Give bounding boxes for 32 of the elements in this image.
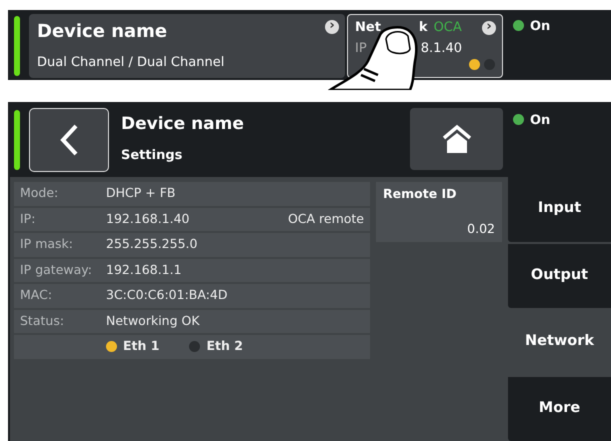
screen-title: Device name [121,113,244,136]
device-card[interactable]: Device name Dual Channel / Dual Channel › [29,14,345,78]
info-label: IP: [20,210,36,228]
info-label: IP mask: [20,235,74,254]
tab[interactable]: Output [508,244,611,308]
tab[interactable]: More [508,376,611,441]
device-subtitle: Dual Channel / Dual Channel [37,54,226,72]
port-label: Eth 2 [206,337,243,356]
info-note: OCA remote [288,210,364,228]
info-label: Status: [20,312,66,330]
info-label: Mode: [20,184,60,202]
ip-value: 8.1.40 [420,40,462,58]
info-value: 3C:C0:C6:01:BA:4D [106,286,228,304]
info-value: Networking OK [106,312,200,330]
remote-id-value: 0.02 [466,220,495,238]
info-value: DHCP + FB [106,184,176,202]
ip-label: IP [355,40,367,58]
card-title: Net [355,19,381,37]
info-value: 255.255.255.0 [106,235,198,254]
device-title: Device name [37,20,168,44]
power-label: On [530,113,550,128]
protocol-label: OCA [434,19,462,37]
remote-id-label: Remote ID [383,185,458,203]
card-title: k [418,19,428,37]
port-label: Eth 1 [123,337,160,356]
info-value: 192.168.1.40 [106,210,190,228]
info-value: 192.168.1.1 [106,260,182,279]
power-label: On [530,19,550,34]
screen-subtitle: Settings [121,146,184,164]
tab[interactable]: Input [508,177,611,242]
info-label: IP gateway: [20,260,93,279]
info-label: MAC: [20,286,54,304]
